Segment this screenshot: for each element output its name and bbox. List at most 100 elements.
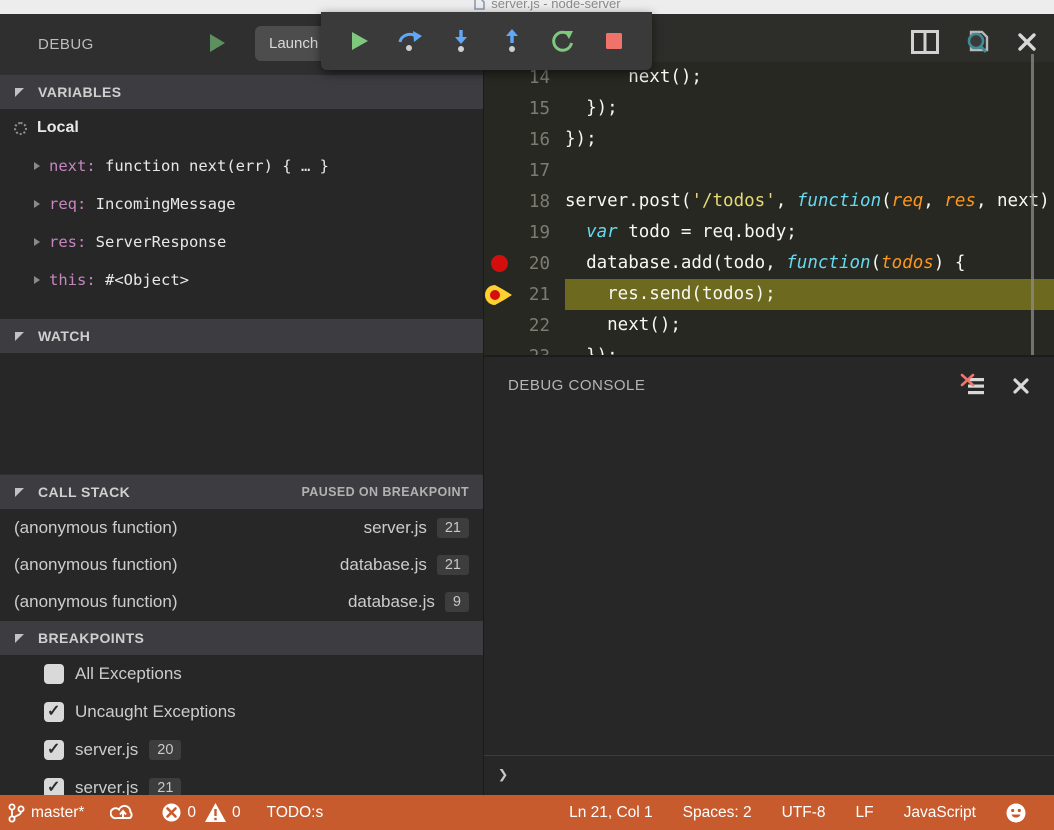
error-icon xyxy=(162,803,181,822)
encoding-item[interactable]: UTF-8 xyxy=(782,804,826,822)
close-icon[interactable] xyxy=(1012,377,1030,395)
debug-console-panel: DEBUG CONSOLE ❯ xyxy=(483,355,1054,795)
variable-name: this: xyxy=(49,271,96,289)
eol-item[interactable]: LF xyxy=(856,804,874,822)
errors-item[interactable]: 0 xyxy=(162,803,196,822)
split-editor-icon[interactable] xyxy=(911,30,939,54)
feedback-smiley-item[interactable] xyxy=(1006,803,1026,823)
editor-line[interactable]: 16}); xyxy=(484,124,1054,155)
code-token: res xyxy=(944,191,976,211)
line-number: 20 xyxy=(514,254,550,274)
watch-title: WATCH xyxy=(38,328,90,344)
editor-scrollbar[interactable] xyxy=(1031,54,1034,355)
search-preview-icon[interactable] xyxy=(963,28,993,56)
breakpoints-section-header[interactable]: BREAKPOINTS xyxy=(0,621,483,655)
callstack-frame-row[interactable]: (anonymous function)server.js21 xyxy=(0,509,483,546)
callstack-section-header[interactable]: CALL STACK PAUSED ON BREAKPOINT xyxy=(0,475,483,509)
step-over-icon[interactable] xyxy=(397,28,423,54)
line-number: 18 xyxy=(514,192,550,212)
todo-label: TODO:s xyxy=(267,804,324,822)
code-token: ( xyxy=(881,191,892,211)
active-breakpoint-icon[interactable] xyxy=(484,284,514,306)
code-token: res.send(todos); xyxy=(565,284,776,304)
callstack-frame-row[interactable]: (anonymous function)database.js21 xyxy=(0,546,483,583)
editor-line[interactable]: 17 xyxy=(484,155,1054,186)
expand-arrow-icon[interactable] xyxy=(34,162,40,170)
breakpoint-gutter[interactable] xyxy=(484,248,514,279)
scope-row-local[interactable]: Local xyxy=(0,109,483,147)
breakpoint-gutter[interactable] xyxy=(484,124,514,155)
smiley-icon xyxy=(1006,803,1026,823)
editor-line[interactable]: 19 var todo = req.body; xyxy=(484,217,1054,248)
variables-pane: Local next: function next(err) { … }req:… xyxy=(0,109,483,319)
line-number: 23 xyxy=(514,347,550,356)
variable-row[interactable]: res: ServerResponse xyxy=(0,223,483,261)
git-branch-item[interactable]: master* xyxy=(8,803,84,823)
editor-line[interactable]: 23 }); xyxy=(484,341,1054,355)
code-text xyxy=(565,155,1054,186)
code-token: }); xyxy=(565,346,618,355)
breakpoint-row[interactable]: server.js20 xyxy=(0,731,483,769)
code-area[interactable]: 14 next();15 });16});1718server.post('/t… xyxy=(484,62,1054,355)
sync-item[interactable] xyxy=(110,803,136,823)
todo-item[interactable]: TODO:s xyxy=(267,804,324,822)
breakpoints-title: BREAKPOINTS xyxy=(38,630,144,646)
breakpoint-gutter[interactable] xyxy=(484,341,514,355)
watch-section-header[interactable]: WATCH xyxy=(0,319,483,353)
line-number: 19 xyxy=(514,223,550,243)
line-number: 17 xyxy=(514,161,550,181)
code-token: }); xyxy=(565,129,597,149)
editor-line[interactable]: 15 }); xyxy=(484,93,1054,124)
restart-icon[interactable] xyxy=(550,28,576,54)
editor-line[interactable]: 20 database.add(todo, function(todos) { xyxy=(484,248,1054,279)
step-out-icon[interactable] xyxy=(499,28,525,54)
breakpoint-row[interactable]: Uncaught Exceptions xyxy=(0,693,483,731)
breakpoint-checkbox[interactable] xyxy=(44,778,64,795)
console-prompt[interactable]: ❯ xyxy=(498,765,508,785)
editor-line[interactable]: 21 res.send(todos); xyxy=(484,279,1054,310)
cursor-position-item[interactable]: Ln 21, Col 1 xyxy=(569,804,653,822)
breakpoint-dot-icon[interactable] xyxy=(491,255,508,272)
expand-arrow-icon[interactable] xyxy=(34,200,40,208)
breakpoint-checkbox[interactable] xyxy=(44,664,64,684)
watch-pane xyxy=(0,353,483,474)
variables-section-header[interactable]: VARIABLES xyxy=(0,75,483,109)
variable-row[interactable]: req: IncomingMessage xyxy=(0,185,483,223)
breakpoint-row[interactable]: server.js21 xyxy=(0,769,483,795)
breakpoint-gutter[interactable] xyxy=(484,186,514,217)
expand-arrow-icon[interactable] xyxy=(34,238,40,246)
variable-row[interactable]: this: #<Object> xyxy=(0,261,483,299)
warning-icon xyxy=(205,803,226,822)
breakpoint-checkbox[interactable] xyxy=(44,740,64,760)
breakpoint-gutter[interactable] xyxy=(484,155,514,186)
expand-arrow-icon[interactable] xyxy=(34,276,40,284)
continue-icon[interactable] xyxy=(346,28,372,54)
breakpoint-gutter[interactable] xyxy=(484,279,514,310)
callstack-frame-row[interactable]: (anonymous function)database.js9 xyxy=(0,583,483,620)
document-icon xyxy=(474,0,485,10)
breakpoint-gutter[interactable] xyxy=(484,310,514,341)
start-debug-icon[interactable] xyxy=(210,34,225,52)
code-token: var xyxy=(586,222,618,242)
breakpoint-checkbox[interactable] xyxy=(44,702,64,722)
step-into-icon[interactable] xyxy=(448,28,474,54)
language-mode-item[interactable]: JavaScript xyxy=(904,804,976,822)
warnings-item[interactable]: 0 xyxy=(205,803,241,822)
clear-console-icon[interactable] xyxy=(960,373,986,399)
breakpoint-gutter[interactable] xyxy=(484,217,514,248)
indentation-item[interactable]: Spaces: 2 xyxy=(683,804,752,822)
editor-line[interactable]: 22 next(); xyxy=(484,310,1054,341)
code-text: }); xyxy=(565,124,1054,155)
editor-line[interactable]: 18server.post('/todos', function(req, re… xyxy=(484,186,1054,217)
frame-file: database.js xyxy=(340,555,427,575)
breakpoints-pane: All ExceptionsUncaught Exceptionsserver.… xyxy=(0,655,483,795)
breakpoint-row[interactable]: All Exceptions xyxy=(0,655,483,693)
breakpoint-gutter[interactable] xyxy=(484,93,514,124)
variable-row[interactable]: next: function next(err) { … } xyxy=(0,147,483,185)
code-token: next(); xyxy=(565,315,681,335)
stop-icon[interactable] xyxy=(601,28,627,54)
code-token: function xyxy=(797,191,881,211)
line-number: 22 xyxy=(514,316,550,336)
close-icon[interactable] xyxy=(1017,32,1037,52)
code-token: '/todos' xyxy=(691,191,775,211)
